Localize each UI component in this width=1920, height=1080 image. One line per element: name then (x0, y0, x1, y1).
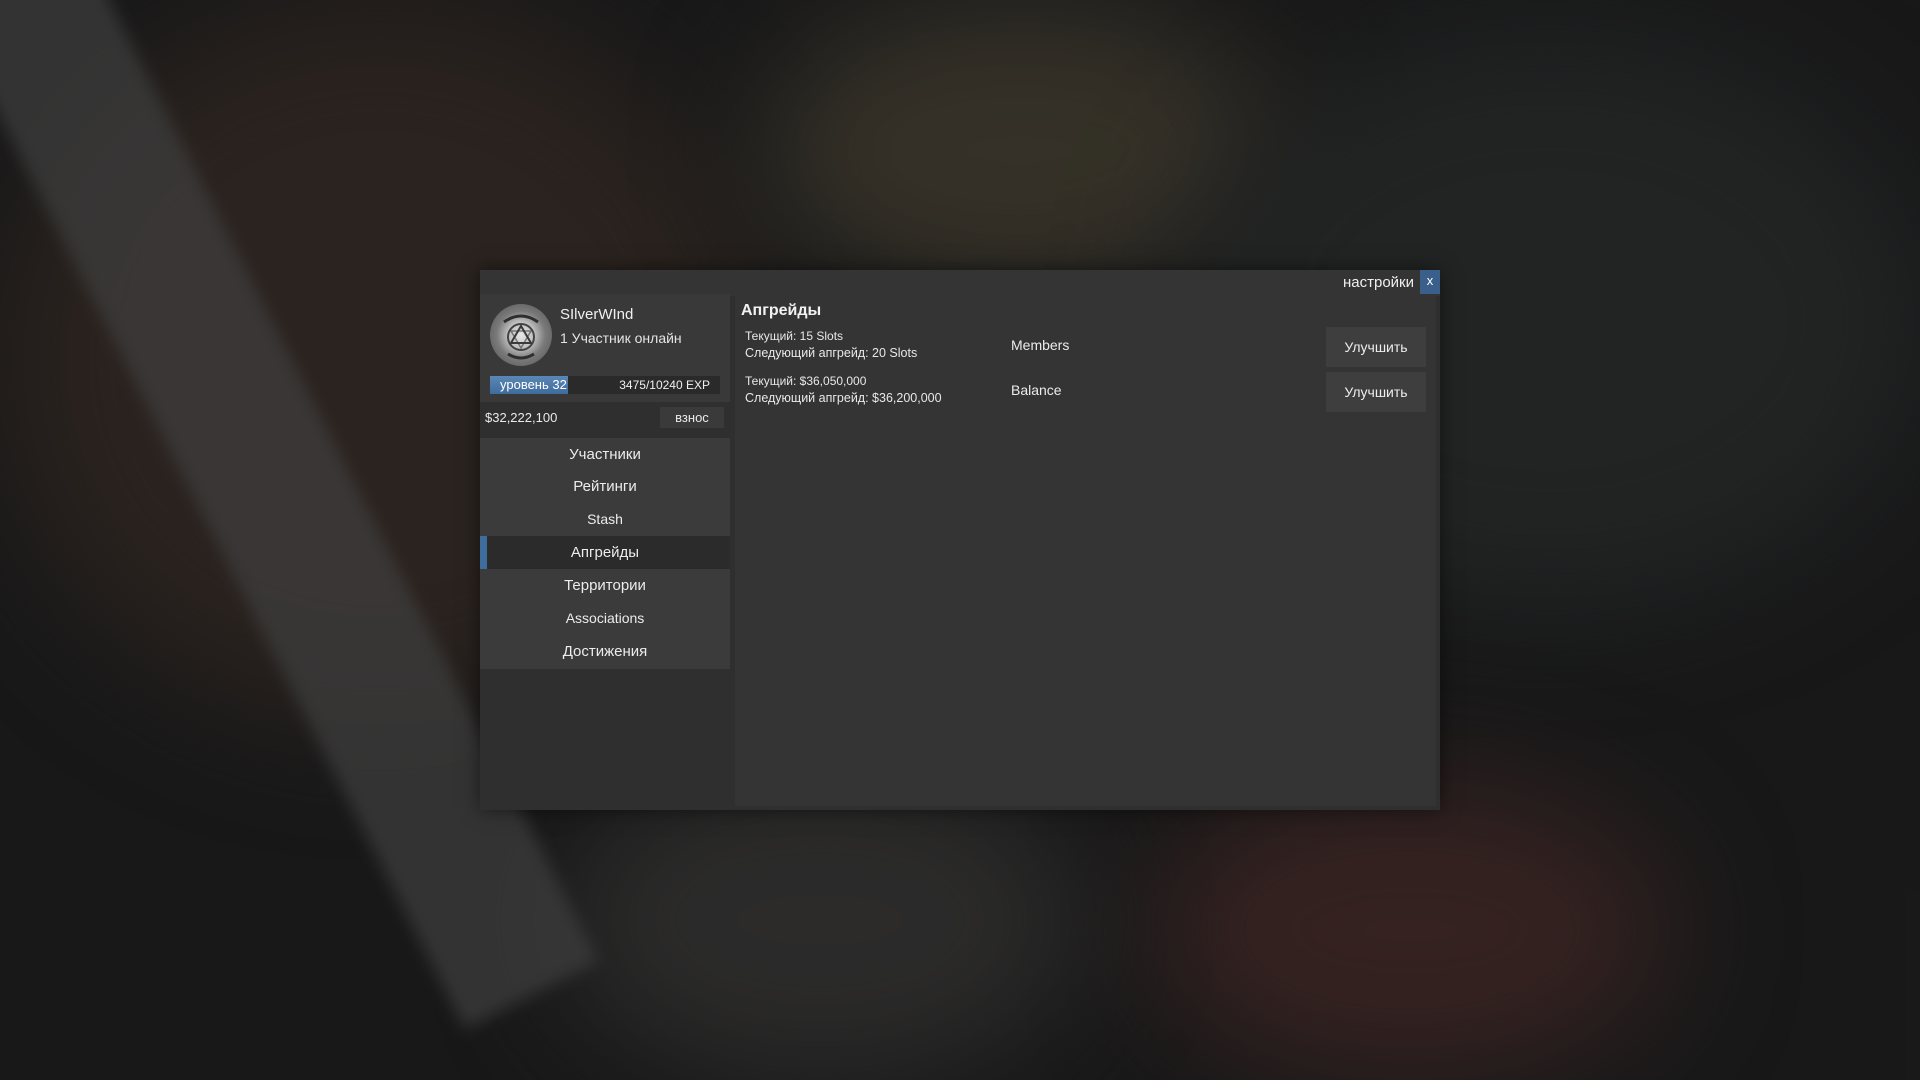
settings-link[interactable]: настройки (1343, 274, 1414, 291)
exp-label: 3475/10240 EXP (619, 378, 710, 392)
funds-row: $32,222,100 взнос (480, 407, 730, 429)
nav-associations[interactable]: Associations (480, 601, 730, 635)
nav-achievements[interactable]: Достижения (480, 635, 730, 669)
upgrade-balance-button[interactable]: Улучшить (1326, 372, 1426, 412)
upgrade-next: Следующий апгрейд: 20 Slots (745, 346, 918, 360)
nav-upgrades[interactable]: Апгрейды (480, 536, 730, 570)
nav-members[interactable]: Участники (480, 438, 730, 472)
nav-territories[interactable]: Территории (480, 569, 730, 603)
upgrade-row-balance: Текущий: $36,050,000 Следующий апгрейд: … (735, 372, 1436, 414)
panel-header: настройки x (480, 270, 1440, 296)
gang-menu-panel: настройки x SIlverWInd 1 Участник онлайн… (480, 270, 1440, 810)
upgrade-name: Members (1011, 337, 1070, 353)
active-tab-marker (480, 536, 487, 570)
upgrade-next: Следующий апгрейд: $36,200,000 (745, 391, 942, 405)
gang-profile-card: SIlverWInd 1 Участник онлайн уровень 32 … (480, 294, 730, 402)
gang-balance: $32,222,100 (485, 410, 558, 425)
upgrade-members-button[interactable]: Улучшить (1326, 327, 1426, 367)
upgrade-current: Текущий: $36,050,000 (745, 374, 867, 388)
nav-ratings[interactable]: Рейтинги (480, 470, 730, 504)
upgrades-content: Апгрейды Текущий: 15 Slots Следующий апг… (735, 294, 1436, 806)
nav-upgrades-label: Апгрейды (570, 544, 640, 561)
nav-stash[interactable]: Stash (480, 502, 730, 536)
page-title: Апгрейды (741, 302, 822, 319)
close-button[interactable]: x (1420, 270, 1440, 294)
gang-name: SIlverWInd (560, 306, 634, 323)
upgrade-name: Balance (1011, 382, 1062, 398)
online-count: 1 Участник онлайн (560, 330, 682, 346)
upgrade-row-members: Текущий: 15 Slots Следующий апгрейд: 20 … (735, 327, 1436, 369)
gang-emblem-icon (490, 304, 552, 366)
sidebar: SIlverWInd 1 Участник онлайн уровень 32 … (480, 294, 730, 810)
level-label: уровень 32 (500, 377, 567, 392)
level-progress-bar: уровень 32 3475/10240 EXP (490, 376, 720, 394)
deposit-button[interactable]: взнос (660, 407, 724, 428)
upgrade-current: Текущий: 15 Slots (745, 329, 844, 343)
